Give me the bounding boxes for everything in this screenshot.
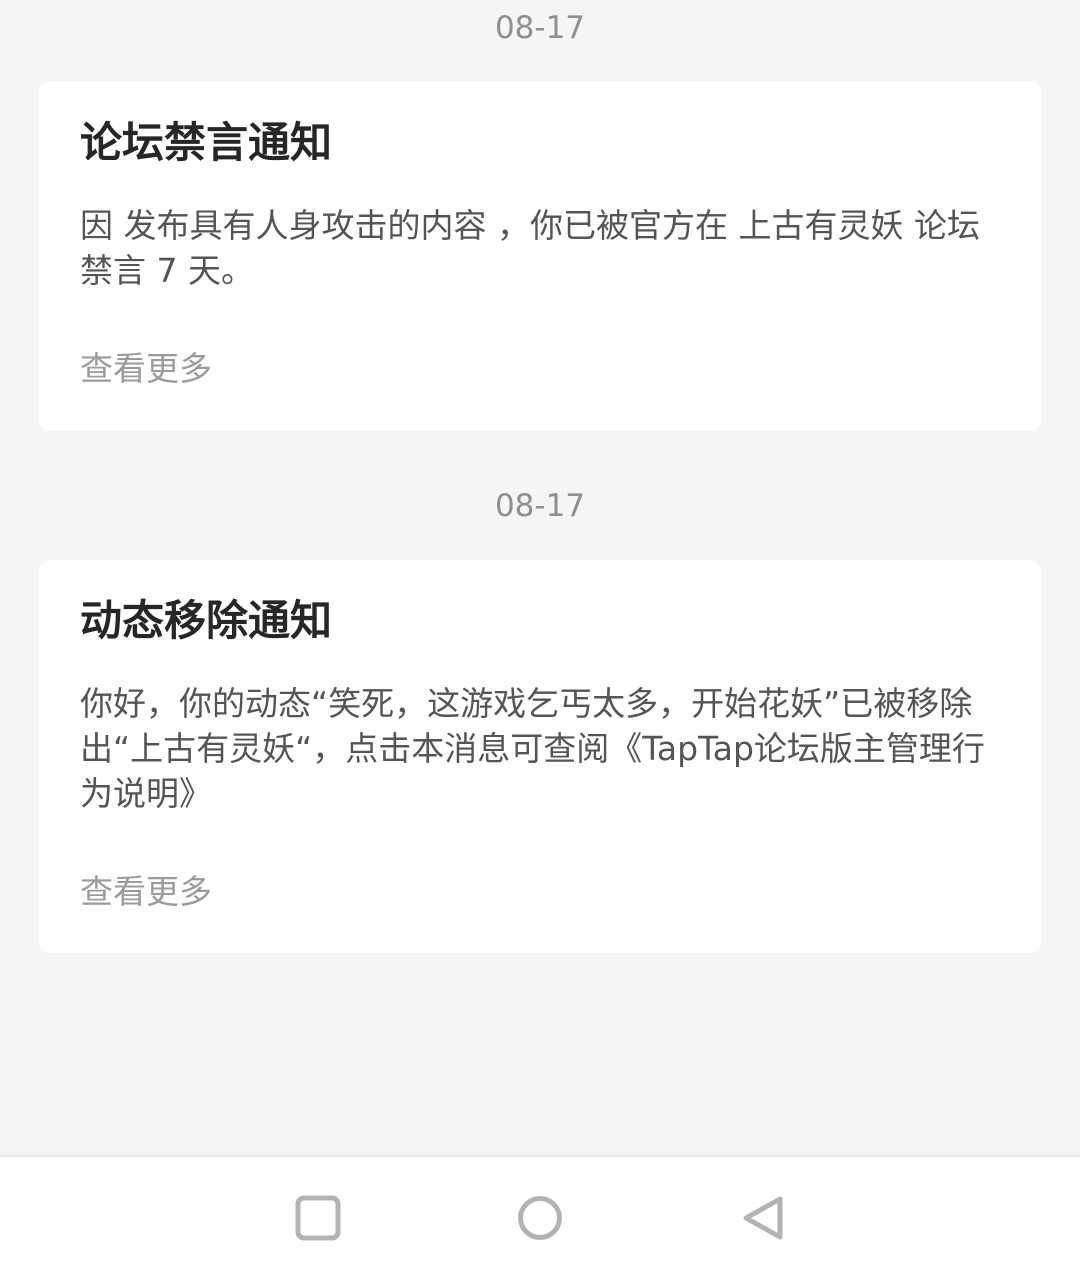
notification-title: 动态移除通知 bbox=[80, 596, 333, 645]
notification-body: 你好，你的动态“笑死，这游戏乞丐太多，开始花妖”已被移除出“上古有灵妖“，点击本… bbox=[80, 684, 985, 813]
back-icon[interactable] bbox=[740, 1195, 786, 1241]
view-more-link[interactable]: 查看更多 bbox=[80, 870, 212, 914]
recent-apps-icon[interactable] bbox=[295, 1195, 341, 1241]
view-more-link[interactable]: 查看更多 bbox=[80, 347, 212, 391]
system-navigation-bar bbox=[0, 1155, 1080, 1282]
home-icon[interactable] bbox=[517, 1195, 563, 1241]
date-label: 08-17 bbox=[494, 488, 586, 524]
date-label: 08-17 bbox=[494, 10, 586, 46]
notification-card-ban[interactable]: 论坛禁言通知 因 发布具有人身攻击的内容 ，你已被官方在 上古有灵妖 论坛禁言 … bbox=[39, 81, 1041, 431]
notification-body: 因 发布具有人身攻击的内容 ，你已被官方在 上古有灵妖 论坛禁言 7 天。 bbox=[80, 206, 980, 290]
notification-card-removal[interactable]: 动态移除通知 你好，你的动态“笑死，这游戏乞丐太多，开始花妖”已被移除出“上古有… bbox=[39, 560, 1041, 953]
notification-title: 论坛禁言通知 bbox=[80, 118, 333, 167]
